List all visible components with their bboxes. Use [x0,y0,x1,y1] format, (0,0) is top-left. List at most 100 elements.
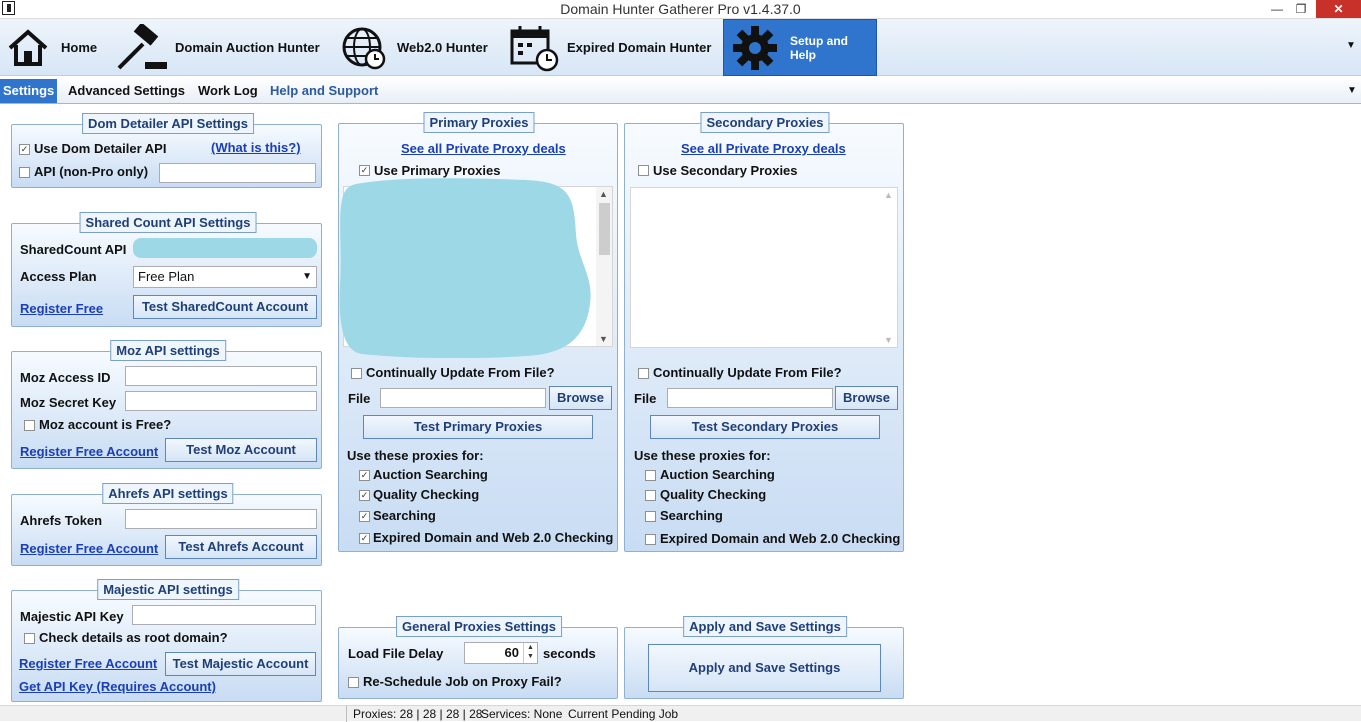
delay-unit-label: seconds [543,646,596,661]
get-api-key-link[interactable]: Get API Key (Requires Account) [19,679,216,694]
primary-quality-label: Quality Checking [373,487,480,502]
test-majestic-button[interactable]: Test Majestic Account [165,652,316,676]
secondary-use-for-label: Use these proxies for: [634,448,771,463]
calendar-clock-icon [509,24,559,72]
root-domain-label: Check details as root domain? [39,630,228,645]
secondary-proxy-list[interactable]: ▲ ▼ [630,187,898,348]
dom-detailer-api-field[interactable] [159,163,316,183]
load-file-delay-spinner[interactable]: 60 ▲ ▼ [464,642,538,664]
primary-quality-checkbox[interactable]: ✓ [359,490,370,501]
ahrefs-token-field[interactable] [125,509,317,529]
test-moz-button[interactable]: Test Moz Account [165,438,317,462]
primary-list-scrollbar[interactable]: ▲ ▼ [596,187,612,346]
ahrefs-group: Ahrefs API settings Ahrefs Token Registe… [11,483,322,566]
test-sharedcount-button[interactable]: Test SharedCount Account [133,295,317,319]
apply-save-button[interactable]: Apply and Save Settings [648,644,881,692]
majestic-api-key-label: Majestic API Key [20,609,124,624]
access-plan-label: Access Plan [20,269,97,284]
use-dom-detailer-checkbox[interactable]: ✓ [19,144,30,155]
use-dom-detailer-label: Use Dom Detailer API [34,141,167,156]
redacted-proxy-list [339,178,591,358]
gavel-icon [115,23,169,72]
majestic-register-link[interactable]: Register Free Account [19,656,157,671]
primary-expired-label: Expired Domain and Web 2.0 Checking [373,530,614,545]
moz-free-checkbox[interactable] [24,420,35,431]
primary-browse-button[interactable]: Browse [549,386,612,410]
status-bar: Proxies: 28 | 28 | 28 | 28 Services: Non… [0,705,1361,722]
scroll-down-icon[interactable]: ▼ [884,335,893,345]
ribbon-dropdown-icon[interactable]: ▼ [1346,40,1356,51]
scroll-down-icon[interactable]: ▼ [599,334,608,344]
load-file-delay-value: 60 [504,645,519,660]
primary-expired-checkbox[interactable]: ✓ [359,533,370,544]
what-is-this-link[interactable]: (What is this?) [211,140,301,155]
subtab-settings[interactable]: Settings [0,79,58,103]
moz-secret-key-field[interactable] [125,391,317,411]
tab-setup-and-help-label: Setup and Help [790,33,849,62]
chevron-down-icon: ▼ [302,271,312,282]
subtab-advanced-settings[interactable]: Advanced Settings [65,79,188,103]
api-non-pro-checkbox[interactable] [19,167,30,178]
minimize-button[interactable]: — [1264,0,1290,18]
secondary-file-field[interactable] [667,388,833,408]
use-secondary-label: Use Secondary Proxies [653,163,798,178]
moz-group: Moz API settings Moz Access ID Moz Secre… [11,340,322,469]
secondary-auction-checkbox[interactable] [645,470,656,481]
moz-access-id-field[interactable] [125,366,317,386]
ahrefs-token-label: Ahrefs Token [20,513,103,528]
tab-web20-hunter-label: Web2.0 Hunter [397,40,488,55]
primary-auction-label: Auction Searching [373,467,488,482]
shared-count-title: Shared Count API Settings [79,212,257,233]
test-secondary-button[interactable]: Test Secondary Proxies [650,415,880,439]
secondary-quality-checkbox[interactable] [645,490,656,501]
tab-setup-and-help[interactable]: Setup and Help [723,19,877,76]
secondary-searching-label: Searching [660,508,723,523]
primary-proxies-title: Primary Proxies [423,112,535,133]
primary-searching-label: Searching [373,508,436,523]
primary-update-checkbox[interactable] [351,368,362,379]
use-primary-checkbox[interactable]: ✓ [359,165,370,176]
root-domain-checkbox[interactable] [24,633,35,644]
secondary-update-label: Continually Update From File? [653,365,842,380]
majestic-group: Majestic API settings Majestic API Key C… [11,579,322,702]
tab-web20-hunter[interactable]: Web2.0 Hunter [341,19,501,76]
secondary-deals-link[interactable]: See all Private Proxy deals [681,141,846,156]
reschedule-checkbox[interactable] [348,677,359,688]
secondary-browse-button[interactable]: Browse [835,386,898,410]
register-free-link[interactable]: Register Free [20,301,103,316]
test-primary-button[interactable]: Test Primary Proxies [363,415,593,439]
secondary-list-scrollbar[interactable]: ▲ ▼ [881,188,897,347]
maximize-button[interactable]: ❐ [1288,0,1314,18]
primary-searching-checkbox[interactable]: ✓ [359,511,370,522]
secondary-searching-checkbox[interactable] [645,511,656,522]
tab-expired-domain-hunter[interactable]: Expired Domain Hunter [509,19,721,76]
scroll-thumb[interactable] [599,203,610,255]
sharedcount-api-field[interactable] [133,238,317,258]
secondary-update-checkbox[interactable] [638,368,649,379]
access-plan-select[interactable]: Free Plan ▼ [133,266,317,288]
api-non-pro-label: API (non-Pro only) [34,164,149,179]
tab-domain-auction-hunter[interactable]: Domain Auction Hunter [115,19,335,76]
close-button[interactable]: ✕ [1316,0,1361,18]
primary-file-label: File [348,391,371,406]
primary-file-field[interactable] [380,388,546,408]
moz-title: Moz API settings [110,340,226,361]
primary-deals-link[interactable]: See all Private Proxy deals [401,141,566,156]
scroll-up-icon[interactable]: ▲ [884,190,893,200]
subtab-work-log[interactable]: Work Log [195,79,261,103]
settings-subtabs: Settings Advanced Settings Work Log Help… [0,77,1361,104]
primary-auction-checkbox[interactable]: ✓ [359,470,370,481]
sharedcount-api-label: SharedCount API [20,242,127,257]
secondary-expired-checkbox[interactable] [645,534,656,545]
use-secondary-checkbox[interactable] [638,165,649,176]
tab-home[interactable]: Home [7,19,107,76]
subtabs-dropdown-icon[interactable]: ▼ [1347,85,1357,96]
subtab-help-and-support[interactable]: Help and Support [267,79,381,103]
moz-register-link[interactable]: Register Free Account [20,444,158,459]
ahrefs-register-link[interactable]: Register Free Account [20,541,158,556]
scroll-up-icon[interactable]: ▲ [599,189,608,199]
spinner-arrows-icon[interactable]: ▲ ▼ [523,643,537,663]
test-ahrefs-button[interactable]: Test Ahrefs Account [165,535,317,559]
title-bar: Domain Hunter Gatherer Pro v1.4.37.0 — ❐… [0,0,1361,19]
majestic-api-key-field[interactable] [132,605,316,625]
